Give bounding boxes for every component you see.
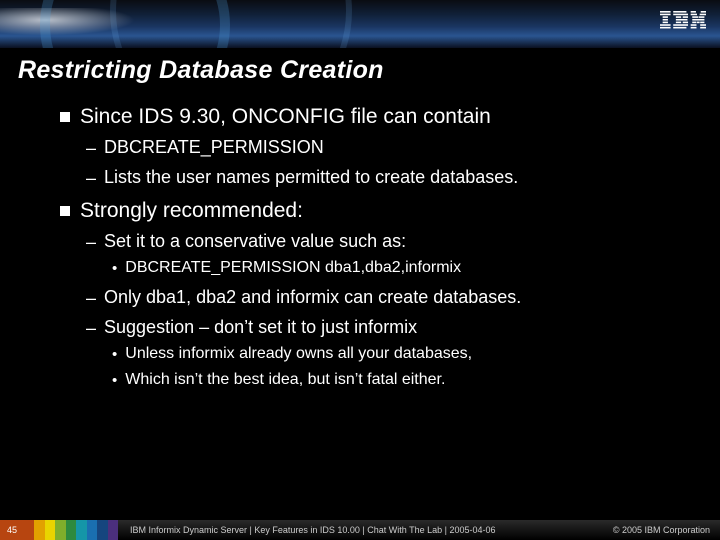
dash-bullet-icon: – — [86, 317, 96, 339]
copyright: © 2005 IBM Corporation — [613, 520, 710, 540]
bullet-text: Lists the user names permitted to create… — [104, 167, 518, 189]
slide: Restricting Database Creation Since IDS … — [0, 0, 720, 540]
bullet-text: DBCREATE_PERMISSION — [104, 137, 324, 159]
bullet-text: Only dba1, dba2 and informix can create … — [104, 287, 521, 309]
footer-text: IBM Informix Dynamic Server | Key Featur… — [130, 520, 496, 540]
banner-graphic — [0, 0, 720, 48]
bullet-text: Which isn’t the best idea, but isn’t fat… — [125, 371, 445, 391]
dash-bullet-icon: – — [86, 167, 96, 189]
bullet-text: Unless informix already owns all your da… — [125, 345, 472, 365]
bullet-level2: –Only dba1, dba2 and informix can create… — [86, 287, 720, 309]
dash-bullet-icon: – — [86, 137, 96, 159]
bullet-text: DBCREATE_PERMISSION dba1,dba2,informix — [125, 259, 461, 279]
ibm-logo — [660, 10, 706, 35]
dot-bullet-icon: • — [112, 371, 117, 391]
square-bullet-icon — [60, 112, 70, 122]
bullet-level2: –DBCREATE_PERMISSION — [86, 137, 720, 159]
bullet-level3: • Unless informix already owns all your d… — [112, 345, 720, 365]
bullet-text: Suggestion – don’t set it to just inform… — [104, 317, 417, 339]
bullet-text: Since IDS 9.30, ONCONFIG file can contai… — [80, 105, 491, 129]
content-area: Since IDS 9.30, ONCONFIG file can contai… — [0, 105, 720, 391]
bullet-text: Set it to a conservative value such as: — [104, 231, 406, 253]
slide-title: Restricting Database Creation — [0, 48, 720, 95]
bullet-level2: –Lists the user names permitted to creat… — [86, 167, 720, 189]
bullet-text: Strongly recommended: — [80, 199, 303, 223]
page-number: 45 — [0, 520, 24, 540]
square-bullet-icon — [60, 206, 70, 216]
dash-bullet-icon: – — [86, 287, 96, 309]
dot-bullet-icon: • — [112, 259, 117, 279]
bullet-level3: • Which isn’t the best idea, but isn’t fa… — [112, 371, 720, 391]
bullet-level2: –Set it to a conservative value such as: — [86, 231, 720, 253]
bullet-level1: Since IDS 9.30, ONCONFIG file can contai… — [60, 105, 720, 129]
bullet-level3: • DBCREATE_PERMISSION dba1,dba2,informix — [112, 259, 720, 279]
bullet-level2: –Suggestion – don’t set it to just infor… — [86, 317, 720, 339]
dash-bullet-icon: – — [86, 231, 96, 253]
footer: 45 IBM Informix Dynamic Server | Key Fea… — [0, 520, 720, 540]
color-strip — [24, 520, 118, 540]
dot-bullet-icon: • — [112, 345, 117, 365]
bullet-level1: Strongly recommended: — [60, 199, 720, 223]
